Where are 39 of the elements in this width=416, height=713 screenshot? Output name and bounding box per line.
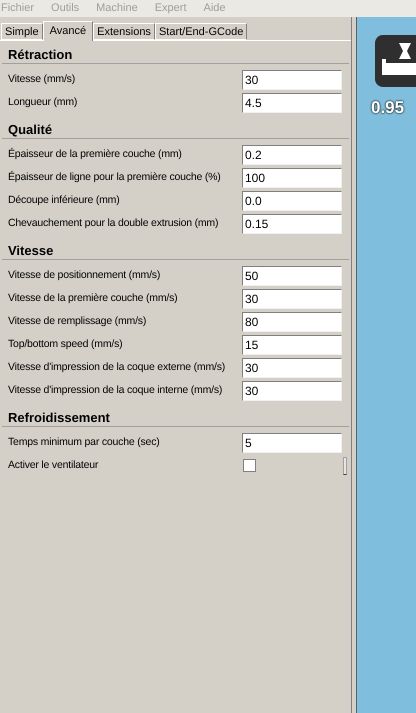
setting-label: Vitesse d'impression de la coque externe (mm/s): [8, 360, 226, 375]
setting-field[interactable]: 5: [242, 432, 342, 452]
preview-reading: 0.95: [371, 97, 404, 119]
section-heading: Refroidissement: [8, 409, 110, 428]
setting-field[interactable]: 80: [242, 312, 342, 332]
setting-label: Top/bottom speed (mm/s): [8, 336, 124, 352]
print-icon[interactable]: [375, 35, 416, 87]
setting-label: Vitesse de positionnement (mm/s): [8, 268, 162, 283]
setting-field[interactable]: 30: [242, 288, 342, 308]
resize-handle[interactable]: [343, 456, 347, 474]
setting-field[interactable]: 100: [242, 168, 342, 188]
tab[interactable]: Start/End-GCode: [154, 23, 248, 40]
setting-label: Activer le ventilateur: [8, 458, 100, 473]
setting-field[interactable]: 15: [242, 334, 342, 354]
setting-label: Chevauchement pour la double extrusion (mm): [8, 216, 220, 231]
setting-label: Vitesse de remplissage (mm/s): [8, 314, 148, 329]
setting-field[interactable]: 0.15: [242, 214, 342, 234]
checkbox[interactable]: [243, 459, 256, 472]
setting-field[interactable]: 50: [242, 266, 342, 286]
section-heading: Rétraction: [8, 46, 72, 64]
tab[interactable]: Extensions: [93, 23, 155, 40]
setting-label: Épaisseur de ligne pour la première couche (%): [8, 170, 222, 185]
setting-field[interactable]: 30: [242, 358, 342, 378]
setting-field[interactable]: 30: [242, 70, 342, 90]
setting-label: Épaisseur de la première couche (mm): [8, 146, 183, 162]
setting-field[interactable]: 30: [242, 380, 342, 400]
tab[interactable]: Avancé: [42, 21, 94, 41]
setting-label: Longueur (mm): [8, 94, 78, 110]
setting-field[interactable]: 0.2: [242, 144, 342, 164]
section-heading: Vitesse: [8, 242, 54, 260]
setting-label: Temps minimum par couche (sec): [8, 434, 161, 450]
setting-label: Vitesse (mm/s): [8, 72, 76, 87]
setting-field[interactable]: 4.5: [242, 92, 342, 112]
setting-label: Vitesse d'impression de la coque interne (mm/s): [8, 382, 224, 398]
tab[interactable]: Simple: [1, 23, 43, 40]
setting-label: Découpe inférieure (mm): [8, 192, 121, 208]
setting-field[interactable]: 0.0: [242, 190, 342, 210]
section-heading: Qualité: [8, 121, 52, 140]
setting-label: Vitesse de la première couche (mm/s): [8, 290, 178, 306]
